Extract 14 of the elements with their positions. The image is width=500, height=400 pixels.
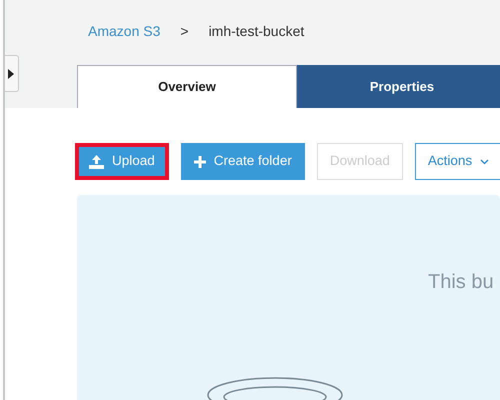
chevron-down-icon xyxy=(480,158,490,164)
breadcrumb-separator: > xyxy=(180,22,189,41)
breadcrumb-current: imh-test-bucket xyxy=(208,22,304,41)
empty-message: This bu xyxy=(428,270,494,295)
tab[interactable]: Overview xyxy=(77,65,297,108)
plus-icon xyxy=(194,156,206,168)
caret-icon xyxy=(8,68,14,78)
upload-button[interactable]: Upload xyxy=(75,143,169,180)
create-folder-button[interactable]: Create folder xyxy=(180,143,305,180)
actions-dropdown[interactable]: Actions xyxy=(414,143,500,180)
tab[interactable]: Properties xyxy=(297,65,500,108)
sidebar-toggle[interactable] xyxy=(5,55,19,92)
upload-icon xyxy=(89,154,104,168)
breadcrumb-link[interactable]: Amazon S3 xyxy=(88,21,160,42)
